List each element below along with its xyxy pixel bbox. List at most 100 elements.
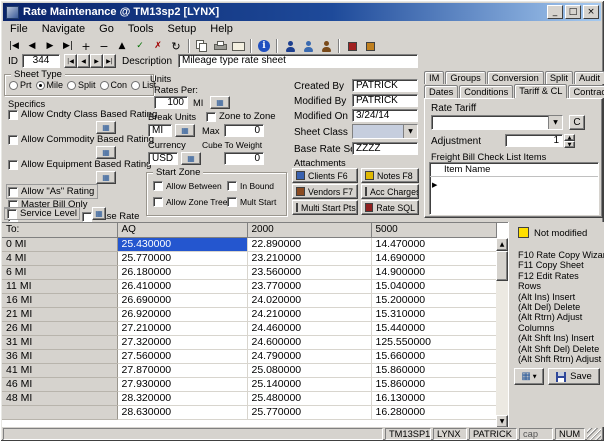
refresh-button[interactable]: ↻: [167, 38, 185, 54]
print-button[interactable]: [211, 38, 229, 54]
chevron-down-icon[interactable]: ▼: [548, 116, 562, 129]
tab-conditions[interactable]: Conditions: [459, 85, 513, 98]
menu-navigate[interactable]: Navigate: [35, 22, 92, 36]
resize-grip[interactable]: [587, 428, 601, 440]
rate-cell[interactable]: 15.200000: [371, 293, 496, 307]
rates-toolbar-button[interactable]: [343, 38, 361, 54]
allow-cmdty-class-checkbox[interactable]: Allow Cndty Class Based Rating: [8, 109, 157, 120]
multi-start-pts-button[interactable]: Multi Start Pts: [292, 200, 358, 215]
allow-as-rating-checkbox[interactable]: Allow "As" Rating: [6, 184, 98, 199]
rates-per-field[interactable]: 100: [154, 96, 188, 109]
rate-cell[interactable]: 23.560000: [247, 265, 371, 279]
menu-setup[interactable]: Setup: [161, 22, 204, 36]
cancel-edit-button[interactable]: ✗: [149, 38, 167, 54]
tab-audit[interactable]: Audit: [574, 71, 604, 84]
acc-charges-button[interactable]: Acc Charges: [361, 184, 419, 199]
checklist-row[interactable]: ▶: [430, 177, 598, 193]
rate-cell[interactable]: 14.900000: [371, 265, 496, 279]
checklist-listbox[interactable]: Item Name ▶: [429, 162, 599, 215]
mult-start-checkbox[interactable]: Mult Start: [227, 197, 276, 207]
notes-f8-button[interactable]: Notes F8: [361, 168, 419, 183]
service-level-lookup-button[interactable]: ▦: [92, 207, 106, 220]
rate-cell[interactable]: 23.770000: [247, 279, 371, 293]
close-button[interactable]: ×: [583, 5, 599, 19]
rate-cell[interactable]: 15.860000: [371, 363, 496, 377]
maximize-button[interactable]: □: [565, 5, 581, 19]
currency-lookup-button[interactable]: ▦: [181, 152, 201, 165]
menu-file[interactable]: File: [3, 22, 35, 36]
radio-prt[interactable]: Prt: [9, 80, 32, 90]
mail-button[interactable]: [229, 38, 247, 54]
rate-cell[interactable]: 24.020000: [247, 293, 371, 307]
charges-toolbar-button[interactable]: [361, 38, 379, 54]
tab-conversion[interactable]: Conversion: [487, 71, 544, 84]
rate-cell[interactable]: 26.180000: [117, 265, 247, 279]
tab-split[interactable]: Split: [545, 71, 573, 84]
rate-cell[interactable]: 26.920000: [117, 307, 247, 321]
grid-vertical-scrollbar[interactable]: ▲ ▼: [496, 238, 508, 427]
rate-cell[interactable]: 125.550000: [371, 335, 496, 349]
commodity-lookup-button[interactable]: ▦: [96, 146, 116, 159]
scroll-thumb[interactable]: [496, 251, 508, 281]
rate-cell[interactable]: 15.040000: [371, 279, 496, 293]
rate-cell[interactable]: 16.130000: [371, 391, 496, 405]
max-field[interactable]: 0: [224, 124, 264, 137]
radio-con[interactable]: Con: [100, 80, 128, 90]
allow-commodity-checkbox[interactable]: Allow Commodity Based Rating: [8, 134, 154, 145]
rate-cell[interactable]: 25.480000: [247, 391, 371, 405]
rate-cell[interactable]: 15.860000: [371, 377, 496, 391]
rate-cell[interactable]: 15.440000: [371, 321, 496, 335]
clients-f6-button[interactable]: Clients F6: [292, 168, 358, 183]
description-field[interactable]: Mileage type rate sheet: [178, 54, 418, 68]
id-nav-first-button[interactable]: |◀: [64, 54, 77, 68]
grid-options-split-button[interactable]: ▦ ▼: [514, 368, 544, 385]
rate-cell[interactable]: 25.140000: [247, 377, 371, 391]
menu-help[interactable]: Help: [203, 22, 240, 36]
allow-equipment-checkbox[interactable]: Allow Equipment Based Rating: [8, 159, 151, 170]
edit-record-button[interactable]: ▲: [113, 38, 131, 54]
rate-cell[interactable]: 25.080000: [247, 363, 371, 377]
rate-cell[interactable]: 24.460000: [247, 321, 371, 335]
base-rate-checkbox[interactable]: Base Rate: [82, 211, 139, 222]
rate-cell[interactable]: 26.410000: [117, 279, 247, 293]
cube-to-weight-field[interactable]: 0: [224, 152, 264, 165]
in-bound-checkbox[interactable]: In Bound: [227, 181, 274, 191]
menu-tools[interactable]: Tools: [121, 22, 161, 36]
scroll-up-icon[interactable]: ▲: [496, 238, 508, 251]
cmdty-class-lookup-button[interactable]: ▦: [96, 121, 116, 134]
allow-between-checkbox[interactable]: Allow Between: [153, 181, 222, 191]
menu-go[interactable]: Go: [92, 22, 121, 36]
scroll-down-icon[interactable]: ▼: [496, 415, 508, 427]
adjustment-spin-down[interactable]: ▼: [564, 141, 575, 148]
rate-cell[interactable]: 25.430000: [117, 237, 247, 251]
base-rate-seq-field[interactable]: ZZZZ: [352, 142, 418, 155]
tab-tariff-cl-active[interactable]: Tariff & CL: [514, 84, 567, 98]
rate-cell[interactable]: 22.890000: [247, 237, 371, 251]
copy-button[interactable]: [193, 38, 211, 54]
contacts-toolbar-button[interactable]: [317, 38, 335, 54]
rate-cell[interactable]: 27.210000: [117, 321, 247, 335]
c-button[interactable]: C: [569, 115, 585, 130]
rate-cell[interactable]: 15.660000: [371, 349, 496, 363]
break-units-field[interactable]: MI: [148, 124, 172, 137]
adjustment-spin-up[interactable]: ▲: [564, 134, 575, 141]
rate-cell[interactable]: 23.210000: [247, 251, 371, 265]
info-button[interactable]: i: [255, 38, 273, 54]
rate-cell[interactable]: 28.630000: [117, 405, 247, 419]
vendors-f7-button[interactable]: Vendors F7: [292, 184, 358, 199]
service-level-checkbox[interactable]: [4, 207, 10, 209]
next-record-button[interactable]: ▶: [41, 38, 59, 54]
id-nav-last-button[interactable]: ▶|: [103, 54, 116, 68]
allow-zone-tree-checkbox[interactable]: Allow Zone Tree: [153, 197, 227, 207]
service-level-checkbox[interactable]: Service Level: [4, 207, 80, 220]
rate-sql-button[interactable]: Rate SQL: [361, 200, 419, 215]
rate-cell[interactable]: 26.690000: [117, 293, 247, 307]
radio-mile-selected[interactable]: Mile: [36, 80, 64, 90]
save-button[interactable]: Save: [548, 368, 600, 385]
rate-cell[interactable]: 27.560000: [117, 349, 247, 363]
first-record-button[interactable]: |◀: [5, 38, 23, 54]
id-nav-next-button[interactable]: ▶: [90, 54, 103, 68]
tab-contract[interactable]: Contract: [568, 85, 604, 98]
rate-cell[interactable]: 16.280000: [371, 405, 496, 419]
delete-record-button[interactable]: −: [95, 38, 113, 54]
